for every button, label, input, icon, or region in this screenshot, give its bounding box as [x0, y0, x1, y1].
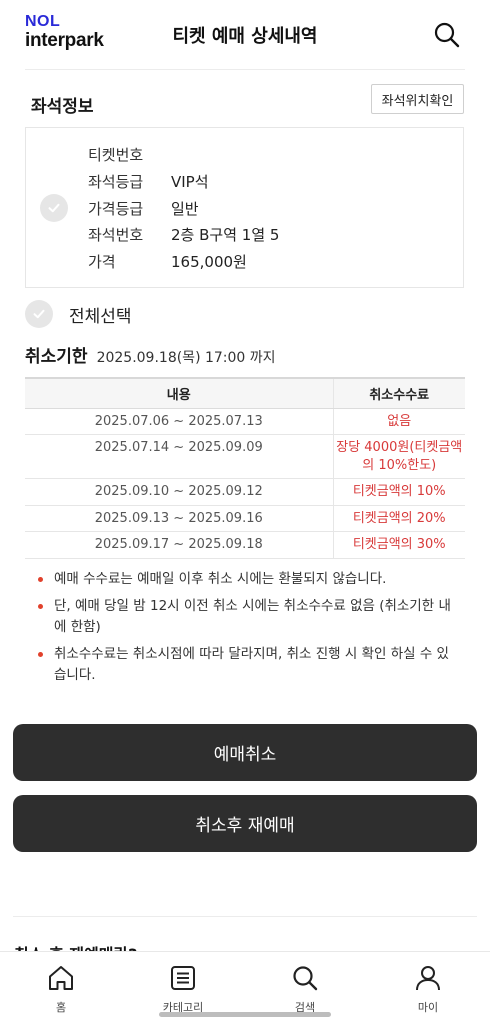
select-all-label: 전체선택: [69, 306, 132, 327]
section-divider: [13, 916, 477, 917]
seat-info-card: 티켓번호 좌석등급 VIP석 가격등급 일반 좌석번호 2층 B구역 1열 5 가격 1…: [25, 127, 464, 288]
table-row: 2025.07.14 ~ 2025.09.09 장당 4000원(티켓금액의 1…: [25, 434, 465, 480]
check-icon: [33, 309, 45, 319]
tab-home[interactable]: 홈: [16, 952, 106, 1022]
select-all-toggle[interactable]: 전체선택: [25, 299, 132, 329]
fee-cell: 티켓금액의 10%: [333, 478, 465, 506]
select-all-checkbox[interactable]: [25, 300, 53, 328]
table-row: 2025.09.10 ~ 2025.09.12 티켓금액의 10%: [25, 478, 465, 506]
cancel-fee-table: 내용 취소수수료 2025.07.06 ~ 2025.07.13 없음 2025…: [25, 377, 465, 559]
rebook-faq-title[interactable]: 취소 후 재예매란?: [14, 941, 137, 951]
header-search-button[interactable]: [432, 20, 462, 50]
table-row: 2025.07.06 ~ 2025.07.13 없음: [25, 408, 465, 436]
deadline-title: 취소기한: [25, 347, 88, 367]
home-indicator[interactable]: [159, 1012, 331, 1017]
search-icon: [293, 966, 318, 991]
tab-label: 홈: [55, 1001, 67, 1014]
note-item: 예매 수수료는 예매일 이후 취소 시에는 환불되지 않습니다.: [38, 569, 458, 591]
period-cell: 2025.09.17 ~ 2025.09.18: [25, 531, 334, 559]
period-cell: 2025.09.13 ~ 2025.09.16: [25, 505, 334, 533]
info-value: 일반: [171, 200, 199, 218]
info-label: 가격등급: [88, 200, 144, 218]
tab-my[interactable]: 마이: [383, 952, 473, 1022]
info-label: 좌석번호: [88, 226, 144, 244]
seat-location-button[interactable]: 좌석위치확인: [371, 84, 464, 114]
table-row: 2025.09.13 ~ 2025.09.16 티켓금액의 20%: [25, 505, 465, 533]
column-header-fee: 취소수수료: [333, 377, 465, 409]
deadline-date: 2025.09.18(목) 17:00 까지: [96, 350, 276, 366]
note-item: 취소수수료는 취소시점에 따라 달라지며, 취소 진행 시 확인 하실 수 있습…: [38, 644, 458, 687]
period-cell: 2025.09.10 ~ 2025.09.12: [25, 478, 334, 506]
table-header-row: 내용 취소수수료: [25, 377, 465, 409]
info-label: 티켓번호: [88, 146, 144, 164]
info-label: 좌석등급: [88, 173, 144, 191]
list-icon: [171, 966, 195, 990]
info-label: 가격: [88, 253, 116, 271]
seat-checkbox[interactable]: [40, 194, 68, 222]
person-icon: [416, 966, 440, 991]
info-row-seat-number: 좌석번호 2층 B구역 1열 5: [88, 224, 279, 245]
table-row: 2025.09.17 ~ 2025.09.18 티켓금액의 30%: [25, 531, 465, 559]
period-cell: 2025.07.14 ~ 2025.09.09: [25, 434, 334, 480]
info-value: 2층 B구역 1열 5: [171, 226, 280, 244]
check-icon: [48, 203, 60, 213]
app-header: NOL interpark 티켓 예매 상세내역: [0, 0, 490, 70]
fee-cell: 장당 4000원(티켓금액의 10%한도): [333, 434, 465, 480]
info-row-seat-grade: 좌석등급 VIP석: [88, 171, 209, 192]
info-row-ticket-number: 티켓번호: [88, 144, 171, 165]
period-cell: 2025.07.06 ~ 2025.07.13: [25, 408, 334, 436]
fee-cell: 티켓금액의 20%: [333, 505, 465, 533]
info-value: VIP석: [171, 173, 209, 191]
column-header-period: 내용: [25, 377, 334, 409]
tab-label: 마이: [417, 1001, 439, 1014]
cancel-notes-list: 예매 수수료는 예매일 이후 취소 시에는 환불되지 않습니다. 단, 예매 당…: [38, 569, 458, 692]
cancel-booking-button[interactable]: 예매취소: [13, 724, 477, 781]
info-row-price: 가격 165,000원: [88, 251, 247, 272]
info-row-price-grade: 가격등급 일반: [88, 198, 199, 219]
page-title: 티켓 예매 상세내역: [172, 26, 318, 47]
cancel-and-rebook-button[interactable]: 취소후 재예매: [13, 795, 477, 852]
note-item: 단, 예매 당일 밤 12시 이전 취소 시에는 취소수수료 없음 (취소기한 …: [38, 596, 458, 639]
search-icon: [434, 22, 460, 48]
home-icon: [49, 966, 73, 990]
header-divider: [25, 69, 465, 70]
fee-cell: 티켓금액의 30%: [333, 531, 465, 559]
info-value: 165,000원: [171, 253, 247, 271]
seat-info-title: 좌석정보: [31, 97, 94, 117]
cancel-deadline: 취소기한 2025.09.18(목) 17:00 까지: [25, 342, 276, 367]
fee-cell: 없음: [333, 408, 465, 436]
